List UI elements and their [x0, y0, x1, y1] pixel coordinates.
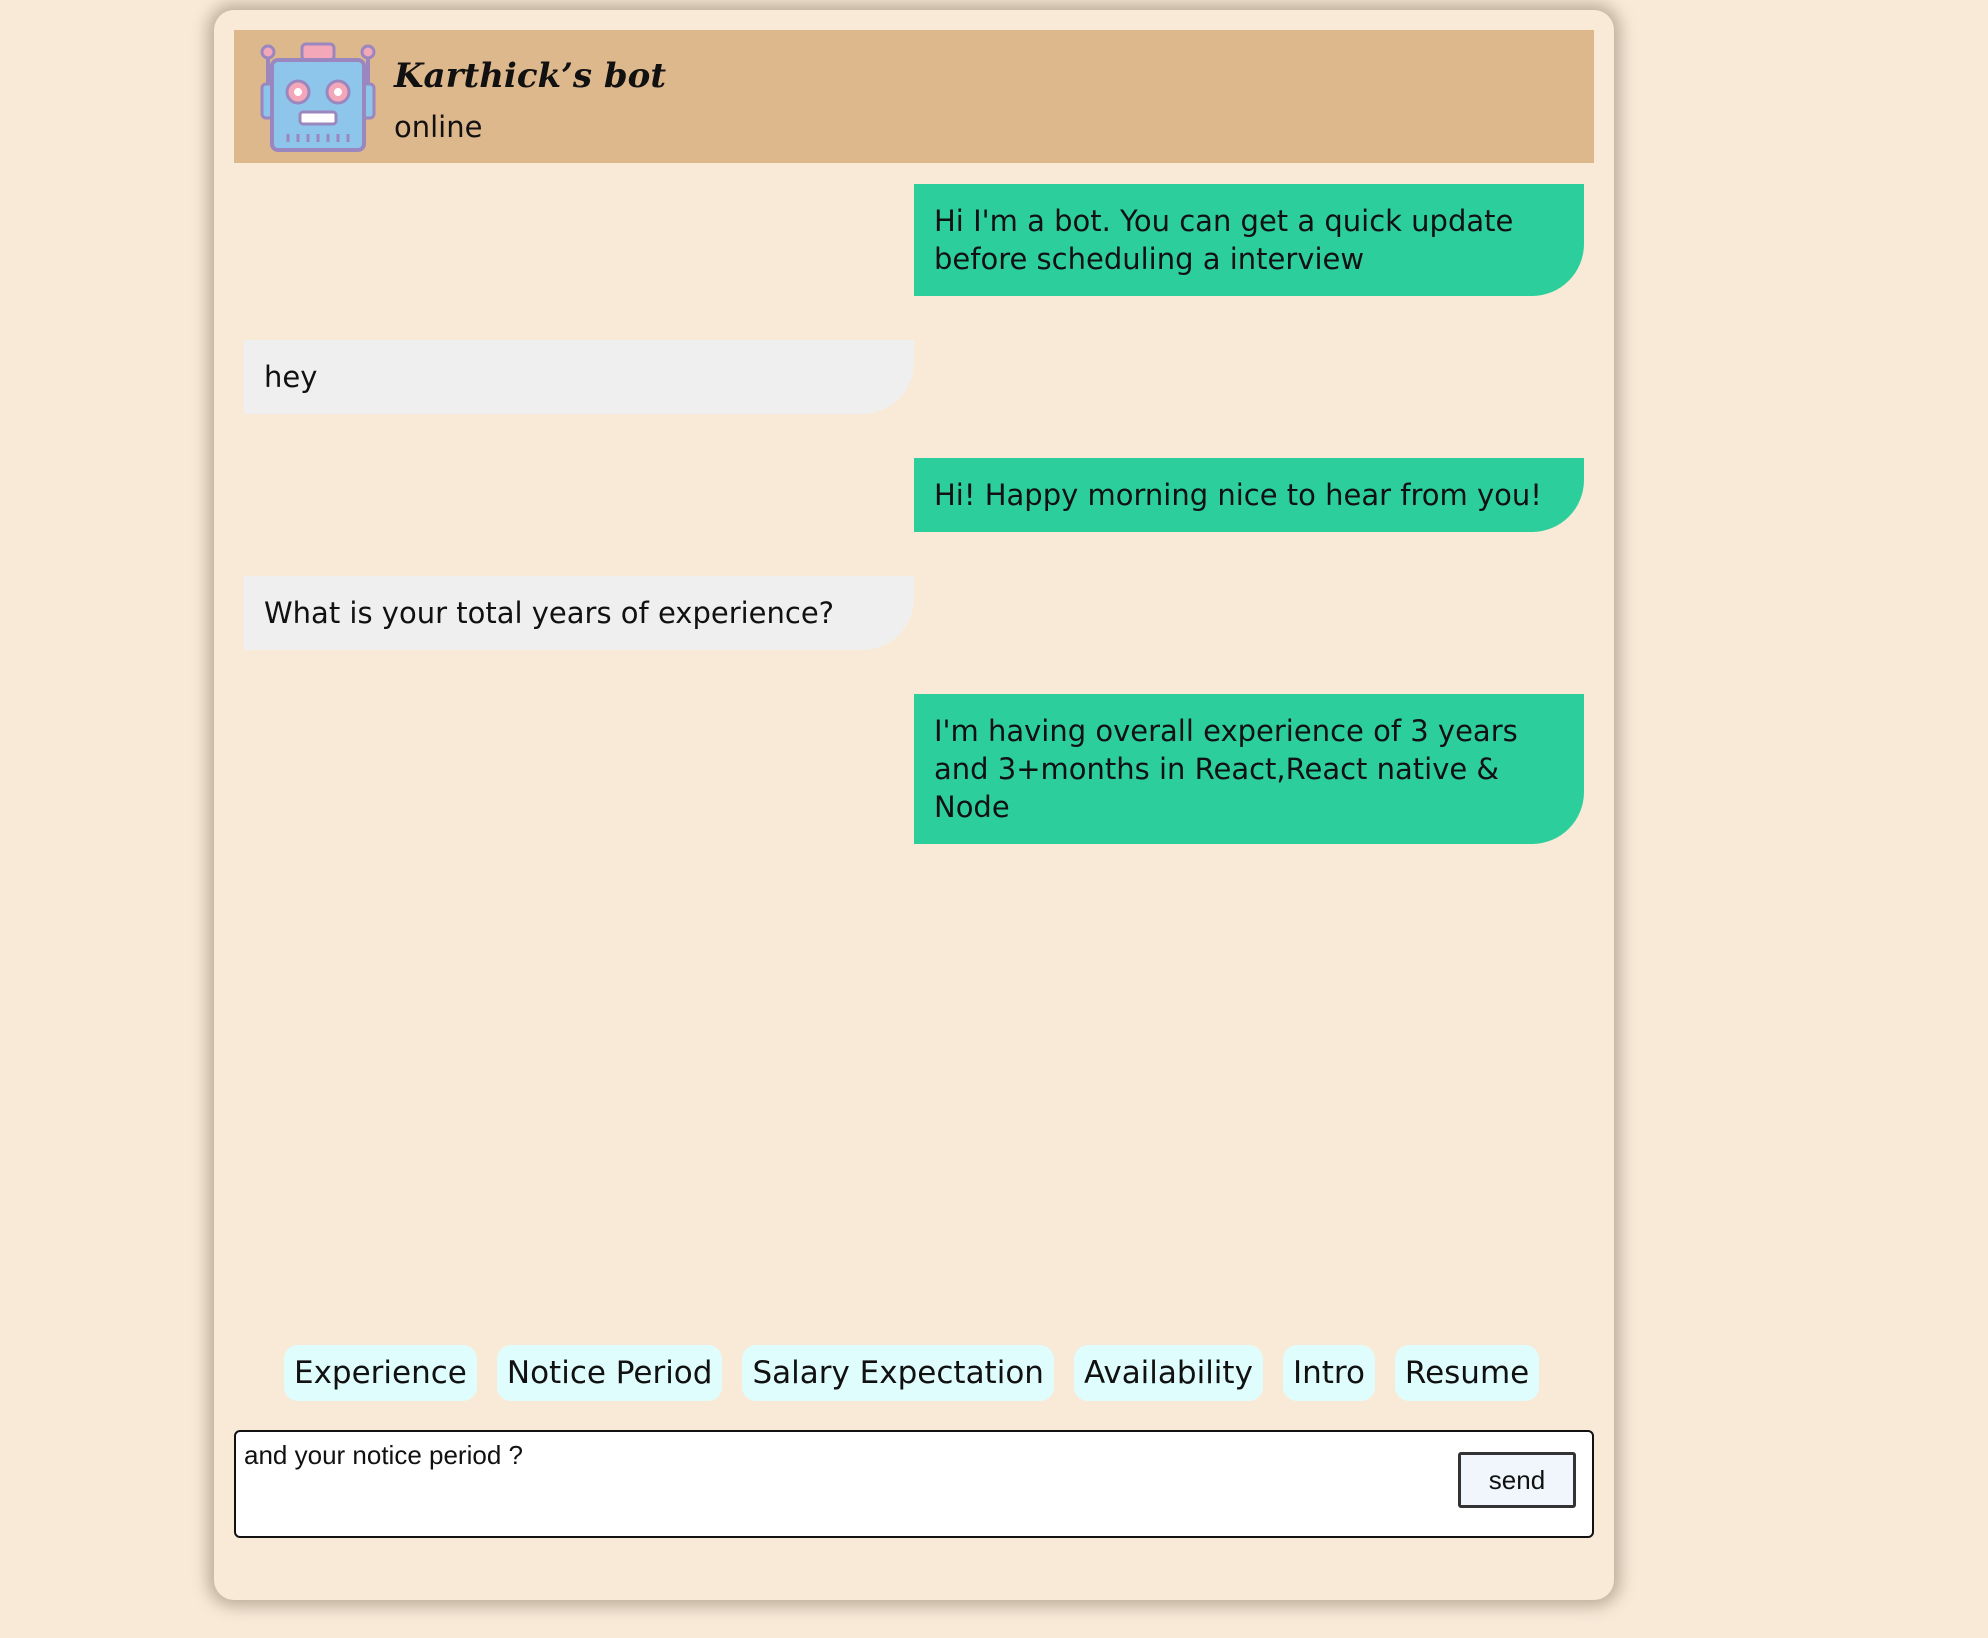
chat-header: Karthick’s bot online: [234, 30, 1594, 163]
chip-salary-expectation[interactable]: Salary Expectation: [742, 1345, 1054, 1401]
chip-intro[interactable]: Intro: [1282, 1345, 1375, 1401]
robot-icon: [260, 42, 376, 152]
chip-experience[interactable]: Experience: [284, 1345, 477, 1401]
chat-window: Karthick’s bot online Hi I'm a bot. You …: [214, 10, 1614, 1600]
chip-availability[interactable]: Availability: [1073, 1345, 1263, 1401]
chip-notice-period[interactable]: Notice Period: [496, 1345, 723, 1401]
bot-message: I'm having overall experience of 3 years…: [914, 694, 1584, 844]
chip-resume[interactable]: Resume: [1394, 1345, 1540, 1401]
user-message: What is your total years of experience?: [244, 576, 914, 650]
bot-message: Hi! Happy morning nice to hear from you!: [914, 458, 1584, 532]
send-button[interactable]: send: [1458, 1452, 1576, 1508]
message-input[interactable]: and your notice period ?: [244, 1440, 1404, 1528]
user-message: hey: [244, 340, 914, 414]
quick-replies: Experience Notice Period Salary Expectat…: [284, 1345, 1540, 1401]
bot-status: online: [394, 110, 483, 144]
bot-message: Hi I'm a bot. You can get a quick update…: [914, 184, 1584, 296]
message-composer: and your notice period ? send: [234, 1430, 1594, 1538]
bot-name: Karthick’s bot: [394, 56, 667, 96]
